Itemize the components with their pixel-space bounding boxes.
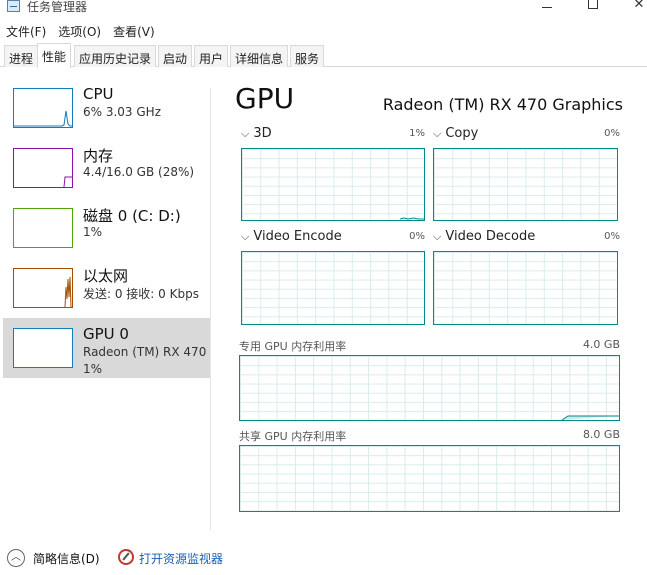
window-title: 任务管理器 [27, 0, 88, 14]
sidebar-item-title: 内存 [83, 147, 114, 165]
dedicated-memory-max: 4.0 GB [582, 338, 620, 351]
ethernet-thumbnail-line [64, 276, 72, 308]
disk-thumbnail-graph [13, 208, 73, 248]
tab-processes[interactable]: 进程 [4, 45, 39, 67]
menu-options[interactable]: 选项(O) [52, 20, 107, 40]
engine-selector-video-decode[interactable]: ⌵ Video Decode [433, 229, 535, 244]
page-title: GPU [235, 82, 295, 115]
sidebar-divider [210, 88, 211, 530]
sidebar-item-ethernet[interactable]: 以太网 发送: 0 接收: 0 Kbps [3, 258, 210, 318]
engine-selector-video-encode[interactable]: ⌵ Video Encode [241, 229, 342, 244]
sidebar-item-disk[interactable]: 磁盘 0 (C: D:) 1% [3, 198, 210, 258]
tab-users[interactable]: 用户 [194, 45, 229, 67]
tab-services[interactable]: 服务 [290, 45, 325, 67]
dedicated-memory-graph [239, 355, 620, 421]
engine-pct: 0% [409, 231, 425, 242]
tab-bar: 进程 性能 应用历史记录 启动 用户 详细信息 服务 [0, 43, 647, 68]
engine-pct: 0% [604, 231, 620, 242]
sidebar-item-sub2: 1% [83, 362, 103, 376]
tab-details[interactable]: 详细信息 [230, 45, 289, 67]
sidebar-item-sub: 4.4/16.0 GB (28%) [83, 165, 195, 179]
engine-graph-video-decode [433, 251, 618, 325]
maximize-button[interactable] [578, 0, 608, 13]
engine-pct: 1% [409, 128, 425, 139]
engine-pct: 0% [604, 128, 620, 139]
gpu-model-name: Radeon (TM) RX 470 Graphics [382, 95, 623, 114]
close-icon: ✕ [633, 0, 645, 12]
engine-label: Copy [445, 126, 479, 141]
sidebar-item-title: CPU [83, 85, 114, 103]
gpu-thumbnail-graph [13, 328, 73, 368]
engine-label: 3D [253, 126, 272, 141]
sidebar-item-cpu[interactable]: CPU 6% 3.03 GHz [3, 78, 210, 138]
tab-app-history[interactable]: 应用历史记录 [74, 45, 157, 67]
sidebar-item-memory[interactable]: 内存 4.4/16.0 GB (28%) [3, 138, 210, 198]
sidebar-item-sub: 6% 3.03 GHz [83, 105, 162, 119]
sidebar-item-title: 以太网 [83, 267, 129, 285]
chevron-down-icon: ⌵ [433, 127, 442, 140]
maximize-icon [588, 0, 598, 9]
engine-graph-copy [433, 148, 618, 221]
shared-memory-graph [239, 445, 620, 512]
sidebar-item-sub: 1% [83, 225, 103, 239]
shared-memory-label: 共享 GPU 内存利用率 [239, 430, 347, 443]
sidebar-item-title: GPU 0 [83, 325, 129, 343]
sidebar-item-gpu[interactable]: GPU 0 Radeon (TM) RX 470 G 1% [3, 318, 210, 378]
engine-selector-3d[interactable]: ⌵ 3D [241, 126, 272, 141]
cpu-thumbnail-graph [13, 88, 73, 128]
engine-graph-3d-line [399, 217, 424, 220]
engine-label: Video Encode [253, 229, 342, 244]
engine-graph-3d [241, 148, 425, 221]
sidebar-item-sub: Radeon (TM) RX 470 G [83, 345, 208, 359]
menu-file[interactable]: 文件(F) [0, 20, 52, 40]
tab-startup[interactable]: 启动 [158, 45, 193, 67]
memory-thumbnail-line [63, 176, 72, 188]
minimize-button[interactable] [532, 0, 562, 13]
close-button[interactable]: ✕ [624, 0, 647, 13]
chevron-down-icon: ⌵ [241, 127, 250, 140]
resource-sidebar: CPU 6% 3.03 GHz 内存 4.4/16.0 GB (28%) 磁盘 … [0, 78, 211, 530]
fewer-details-button[interactable]: 简略信息(D) [33, 550, 100, 567]
engine-label: Video Decode [445, 229, 536, 244]
tab-performance[interactable]: 性能 [37, 43, 72, 68]
cpu-thumbnail-line [14, 110, 72, 127]
dedicated-memory-line [561, 415, 619, 420]
sidebar-item-title: 磁盘 0 (C: D:) [83, 207, 181, 225]
sidebar-item-sub: 发送: 0 接收: 0 Kbps [83, 287, 199, 301]
shared-memory-max: 8.0 GB [582, 428, 620, 441]
resource-monitor-icon[interactable] [118, 549, 134, 565]
title-bar: 任务管理器 ✕ [0, 0, 647, 16]
chevron-up-icon[interactable]: ︿ [7, 549, 25, 567]
task-manager-icon [7, 0, 20, 12]
open-resource-monitor-link[interactable]: 打开资源监视器 [139, 550, 223, 567]
memory-thumbnail-graph [13, 148, 73, 188]
menu-view[interactable]: 查看(V) [107, 20, 161, 40]
engine-graph-video-encode [241, 251, 425, 325]
cut-off-stats-row [237, 530, 627, 538]
dedicated-memory-label: 专用 GPU 内存利用率 [239, 340, 347, 353]
ethernet-thumbnail-graph [13, 268, 73, 308]
menu-bar: 文件(F) 选项(O) 查看(V) [0, 20, 161, 40]
engine-selector-copy[interactable]: ⌵ Copy [433, 126, 478, 141]
chevron-down-icon: ⌵ [433, 230, 442, 243]
chevron-down-icon: ⌵ [241, 230, 250, 243]
minimize-icon [542, 7, 552, 8]
